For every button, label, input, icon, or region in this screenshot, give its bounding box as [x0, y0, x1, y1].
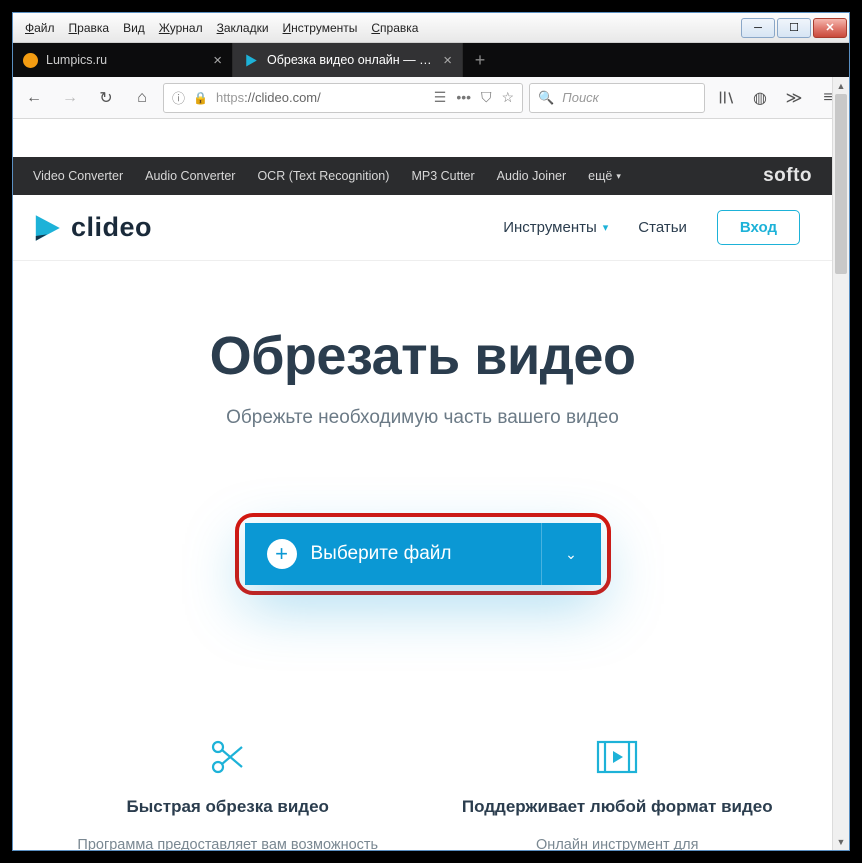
- favicon-clideo-icon: [243, 52, 259, 68]
- info-icon[interactable]: ⓘ: [172, 88, 185, 107]
- clideo-wordmark: clideo: [71, 212, 152, 243]
- scroll-down-button[interactable]: ▼: [833, 833, 849, 850]
- back-button[interactable]: ←: [19, 83, 49, 113]
- nav-tools[interactable]: Инструменты▾: [503, 219, 608, 236]
- menu-history[interactable]: Журнал: [153, 18, 209, 38]
- chevron-down-icon: ⌄: [565, 546, 577, 563]
- page-subtitle: Обрежьте необходимую часть вашего видео: [53, 407, 792, 429]
- softo-link[interactable]: Video Converter: [33, 169, 123, 183]
- url-input[interactable]: ⓘ 🔒 https://clideo.com/ ☰ ••• ⛉ ☆: [163, 83, 523, 113]
- login-button[interactable]: Вход: [717, 210, 800, 245]
- minimize-button[interactable]: ─: [741, 18, 775, 38]
- choose-file-button[interactable]: + Выберите файл ⌄: [245, 523, 601, 585]
- shield-icon[interactable]: ⛉: [481, 89, 492, 106]
- tab-clideo[interactable]: Обрезка видео онлайн — Обр ×: [233, 43, 463, 77]
- clideo-logo[interactable]: clideo: [31, 212, 152, 244]
- menu-view[interactable]: Вид: [117, 18, 151, 38]
- feature-title: Быстрая обрезка видео: [53, 797, 403, 817]
- tab-close-icon[interactable]: ×: [443, 53, 452, 68]
- menubar: Файл Правка Вид Журнал Закладки Инструме…: [13, 18, 424, 38]
- new-tab-button[interactable]: +: [463, 43, 497, 77]
- search-placeholder: Поиск: [562, 90, 599, 105]
- softo-link[interactable]: Audio Converter: [145, 169, 235, 183]
- tab-close-icon[interactable]: ×: [213, 53, 222, 68]
- reload-button[interactable]: ↻: [91, 83, 121, 113]
- feature-title: Поддерживает любой формат видео: [443, 797, 793, 817]
- search-input[interactable]: 🔍 Поиск: [529, 83, 705, 113]
- feature-desc: Онлайн инструмент для: [443, 833, 793, 850]
- choose-file-label: Выберите файл: [311, 543, 452, 565]
- url-text: https://clideo.com/: [216, 90, 426, 105]
- nav-articles[interactable]: Статьи: [638, 219, 687, 236]
- softo-logo: softo: [763, 165, 812, 187]
- tab-label: Lumpics.ru: [46, 53, 205, 67]
- chevron-down-icon: ▾: [603, 221, 609, 234]
- play-triangle-icon: [31, 212, 63, 244]
- vertical-scrollbar[interactable]: ▲ ▼: [832, 77, 849, 850]
- tab-lumpics[interactable]: Lumpics.ru ×: [13, 43, 233, 77]
- feature-any-format: Поддерживает любой формат видео Онлайн и…: [443, 735, 793, 850]
- extension-icon[interactable]: ◍: [745, 83, 775, 113]
- softo-link[interactable]: Audio Joiner: [497, 169, 567, 183]
- menu-file[interactable]: Файл: [19, 18, 61, 38]
- play-frame-icon: [443, 735, 793, 779]
- window-titlebar: Файл Правка Вид Журнал Закладки Инструме…: [13, 13, 849, 43]
- scroll-track[interactable]: [833, 94, 849, 833]
- search-icon: 🔍: [538, 90, 554, 106]
- softo-more[interactable]: ещё▾: [588, 169, 621, 183]
- softo-nav: Video Converter Audio Converter OCR (Tex…: [13, 157, 832, 195]
- home-button[interactable]: ⌂: [127, 83, 157, 113]
- tab-label: Обрезка видео онлайн — Обр: [267, 53, 435, 67]
- reader-icon[interactable]: ☰: [434, 89, 447, 106]
- softo-link[interactable]: OCR (Text Recognition): [257, 169, 389, 183]
- menu-bookmarks[interactable]: Закладки: [211, 18, 275, 38]
- sidebar-icon[interactable]: ≫: [779, 83, 809, 113]
- maximize-button[interactable]: ☐: [777, 18, 811, 38]
- feature-fast-cut: Быстрая обрезка видео Программа предоста…: [53, 735, 403, 850]
- forward-button[interactable]: →: [55, 83, 85, 113]
- menu-tools[interactable]: Инструменты: [277, 18, 364, 38]
- browser-toolbar: ← → ↻ ⌂ ⓘ 🔒 https://clideo.com/ ☰ ••• ⛉ …: [13, 77, 849, 119]
- highlight-annotation: + Выберите файл ⌄: [235, 513, 611, 595]
- plus-icon: +: [267, 539, 297, 569]
- bookmark-icon[interactable]: ☆: [502, 89, 515, 106]
- features-row: Быстрая обрезка видео Программа предоста…: [13, 635, 832, 850]
- scroll-thumb[interactable]: [835, 94, 847, 274]
- choose-file-dropdown[interactable]: ⌄: [541, 523, 601, 585]
- hero: Обрезать видео Обрежьте необходимую част…: [13, 261, 832, 635]
- more-icon[interactable]: •••: [456, 89, 471, 106]
- tabstrip: Lumpics.ru × Обрезка видео онлайн — Обр …: [13, 43, 849, 77]
- lock-icon: 🔒: [193, 91, 208, 105]
- chevron-down-icon: ▾: [616, 171, 621, 182]
- softo-link[interactable]: MP3 Cutter: [411, 169, 474, 183]
- feature-desc: Программа предоставляет вам возможность …: [53, 833, 403, 850]
- menu-help[interactable]: Справка: [365, 18, 424, 38]
- library-icon[interactable]: [711, 83, 741, 113]
- menu-edit[interactable]: Правка: [63, 18, 116, 38]
- close-button[interactable]: ✕: [813, 18, 847, 38]
- page-title: Обрезать видео: [53, 325, 792, 387]
- scissors-icon: [53, 735, 403, 779]
- favicon-lumpics-icon: [23, 53, 38, 68]
- site-header: clideo Инструменты▾ Статьи Вход: [13, 195, 832, 261]
- scroll-up-button[interactable]: ▲: [833, 77, 849, 94]
